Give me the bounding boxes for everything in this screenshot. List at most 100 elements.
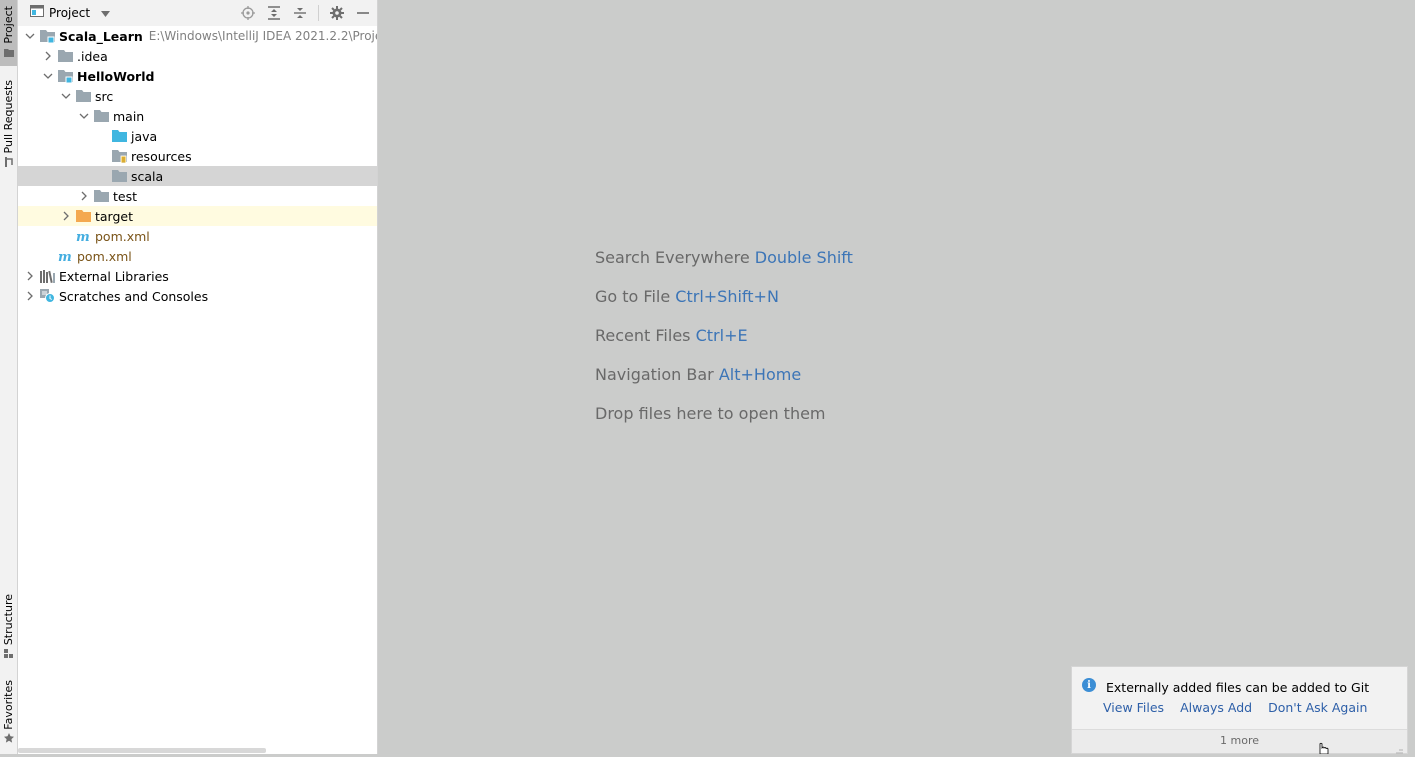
chevron-right-icon[interactable] [25,291,35,301]
tree-row[interactable]: m pom.xml [18,246,377,266]
git-notification: i Externally added files can be added to… [1071,666,1408,754]
chevron-right-icon[interactable] [43,51,53,61]
tree-item-path: E:\Windows\IntelliJ IDEA 2021.2.2\Projec… [148,29,378,43]
favorites-tool-tab[interactable]: Favorites [0,680,17,752]
tree-row[interactable]: src [18,86,377,106]
scratches-icon [40,289,55,303]
editor-hint: Drop files here to open them [595,403,853,442]
folder-icon [76,89,91,103]
folder-icon [3,48,14,57]
chevron-down-icon[interactable] [25,31,35,41]
source-folder-icon [112,129,127,143]
resize-grip-icon [1395,743,1404,754]
pull-requests-tab-label: Pull Requests [2,80,15,154]
resources-folder-icon [112,149,127,163]
folder-icon [94,109,109,123]
hint-text: Drop files here to open them [595,404,826,423]
hide-icon[interactable] [355,5,371,21]
editor-hint: Recent Files Ctrl+E [595,325,853,364]
hint-shortcut: Double Shift [754,248,853,267]
svg-text:m: m [76,230,90,242]
hand-cursor-icon [1317,741,1329,755]
tree-item-label: java [131,128,158,144]
tree-row[interactable]: scala [18,166,377,186]
project-tool-tab[interactable]: Project [0,0,17,66]
editor-hint: Navigation Bar Alt+Home [595,364,853,403]
tree-item-label: src [95,88,114,104]
horizontal-scrollbar[interactable] [18,748,266,753]
chevron-right-icon[interactable] [25,271,35,281]
chevron-down-icon [101,6,111,20]
collapse-all-icon[interactable] [292,5,308,21]
expand-all-icon[interactable] [266,5,282,21]
excluded-folder-icon [76,209,91,223]
tree-row[interactable]: main [18,106,377,126]
tree-item-label: External Libraries [59,268,169,284]
project-view-icon [30,5,44,20]
hint-text: Navigation Bar [595,365,714,384]
dont-ask-again-link[interactable]: Don't Ask Again [1268,700,1367,715]
tree-row[interactable]: Scala_Learn E:\Windows\IntelliJ IDEA 2021… [18,26,377,46]
maven-icon: m [76,229,91,243]
editor-hint: Search Everywhere Double Shift [595,247,853,286]
chevron-right-icon[interactable] [61,211,71,221]
hint-shortcut: Ctrl+Shift+N [675,287,779,306]
module-folder-icon [40,29,55,43]
tree-item-label: Scratches and Consoles [59,288,209,304]
structure-icon [3,648,14,658]
tree-item-label: pom.xml [95,228,150,244]
project-panel-header: Project [18,0,377,26]
folder-icon [94,189,109,203]
structure-tool-tab[interactable]: Structure [0,594,17,664]
chevron-down-icon[interactable] [61,91,71,101]
panel-title: Project [49,5,91,20]
tree-row[interactable]: Scratches and Consoles [18,286,377,306]
tree-row[interactable]: target [18,206,377,226]
view-files-link[interactable]: View Files [1103,700,1164,715]
hint-shortcut: Ctrl+E [695,326,748,345]
project-panel: Project Scala_Learn E:\Windows\IntelliJ … [18,0,378,754]
tree-item-label: resources [131,148,192,164]
tree-row[interactable]: resources [18,146,377,166]
pull-request-icon [4,156,14,167]
hint-text: Go to File [595,287,671,306]
view-selector[interactable]: Project [30,5,111,20]
tree-item-label: pom.xml [77,248,132,264]
tree-row[interactable]: m pom.xml [18,226,377,246]
notification-message: Externally added files can be added to G… [1106,680,1370,695]
chevron-right-icon[interactable] [79,191,89,201]
structure-tab-label: Structure [2,594,15,646]
module-folder-icon [58,69,73,83]
locate-icon[interactable] [240,5,256,21]
chevron-down-icon[interactable] [79,111,89,121]
svg-text:m: m [58,250,72,262]
tree-row[interactable]: HelloWorld [18,66,377,86]
tree-item-label: HelloWorld [77,68,155,84]
always-add-link[interactable]: Always Add [1180,700,1252,715]
tree-row[interactable]: External Libraries [18,266,377,286]
tree-item-label: Scala_Learn [59,28,143,44]
info-icon: i [1082,678,1096,692]
project-tab-label: Project [2,6,15,44]
folder-icon [58,49,73,63]
tree-row[interactable]: java [18,126,377,146]
tree-row[interactable]: test [18,186,377,206]
tree-row[interactable]: .idea [18,46,377,66]
hint-text: Recent Files [595,326,691,345]
libraries-icon [40,269,55,283]
tree-item-label: scala [131,168,164,184]
hint-text: Search Everywhere [595,248,750,267]
pull-requests-tool-tab[interactable]: Pull Requests [0,80,17,176]
project-tree: Scala_Learn E:\Windows\IntelliJ IDEA 2021… [18,26,377,306]
chevron-down-icon[interactable] [43,71,53,81]
tree-item-label: .idea [77,48,108,64]
gear-icon[interactable] [329,5,345,21]
more-notifications-button[interactable]: 1 more [1072,729,1407,753]
favorites-tab-label: Favorites [2,680,15,730]
maven-icon: m [58,249,73,263]
